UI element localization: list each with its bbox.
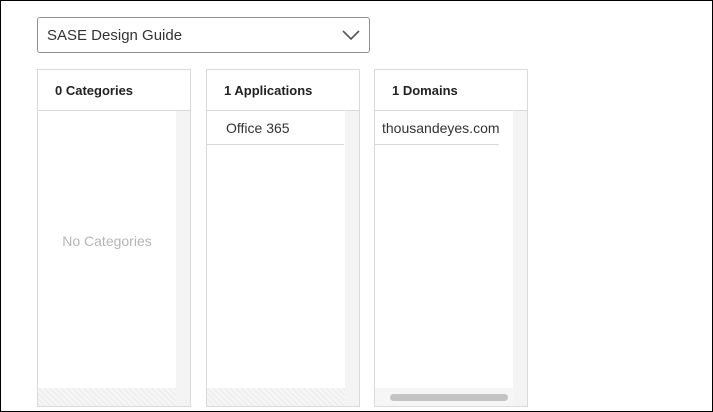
applications-list: Office 365 [207,111,346,388]
guide-select-value: SASE Design Guide [47,27,183,44]
list-item[interactable]: thousandeyes.com [375,111,500,145]
domains-panel-header: 1 Domains [375,70,527,111]
screenshot-frame: SASE Design Guide 0 Categories No Catego… [0,0,713,412]
domains-vertical-scrollbar[interactable] [513,111,527,406]
application-name: Office 365 [226,120,290,136]
domains-panel: 1 Domains thousandeyes.com [374,69,528,407]
chevron-down-icon [342,30,360,41]
applications-horizontal-scrollbar[interactable] [207,388,345,406]
applications-panel: 1 Applications Office 365 [206,69,360,407]
guide-select-dropdown[interactable]: SASE Design Guide [37,17,370,53]
categories-panel: 0 Categories No Categories [37,69,191,407]
categories-vertical-scrollbar[interactable] [176,111,190,406]
list-item[interactable]: Office 365 [207,111,344,145]
categories-list: No Categories [38,111,177,388]
domain-name: thousandeyes.com [382,120,500,136]
applications-panel-header: 1 Applications [207,70,359,111]
applications-vertical-scrollbar[interactable] [345,111,359,406]
categories-count-label: 0 Categories [55,83,134,98]
categories-empty-text: No Categories [62,233,152,249]
categories-horizontal-scrollbar[interactable] [38,388,176,406]
domains-horizontal-scrollbar[interactable] [375,388,513,406]
domains-list: thousandeyes.com [375,111,514,388]
domains-count-label: 1 Domains [392,83,458,98]
domains-scrollbar-thumb[interactable] [390,394,508,401]
applications-count-label: 1 Applications [224,83,313,98]
categories-panel-header: 0 Categories [38,70,190,111]
